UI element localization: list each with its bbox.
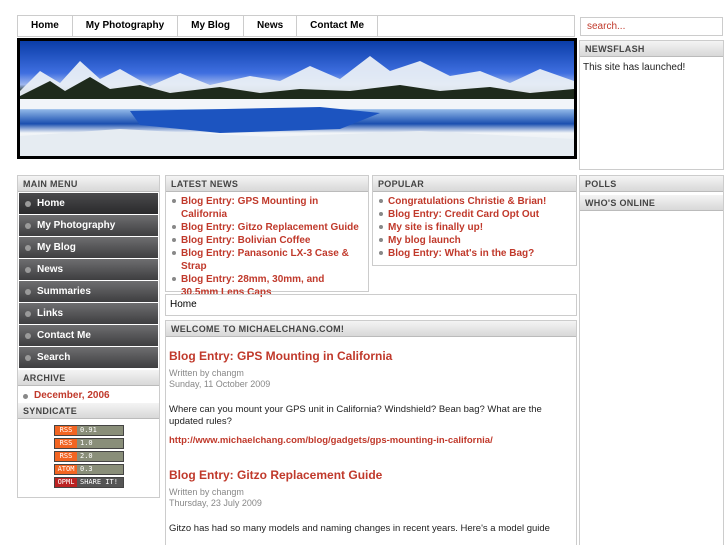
rss-20-badge[interactable]: RSS 2.0: [54, 451, 124, 462]
latest-news-list: Blog Entry: GPS Mounting in California B…: [166, 192, 368, 299]
latest-news-heading: LATEST NEWS: [166, 176, 368, 192]
latest-news-item[interactable]: Blog Entry: Panasonic LX-3 Case & Strap: [171, 247, 364, 273]
atom-03-badge[interactable]: ATOM 0.3: [54, 464, 124, 475]
left-sidebar: MAIN MENU Home My Photography My Blog Ne…: [17, 175, 160, 498]
bullet-icon: [25, 223, 31, 229]
bullet-icon: [25, 311, 31, 317]
main-menu: Home My Photography My Blog News Summari…: [18, 193, 159, 368]
badge-version: SHARE IT!: [77, 478, 123, 487]
popular-item[interactable]: Blog Entry: What's in the Bag?: [378, 247, 572, 260]
newsflash-text: This site has launched!: [583, 62, 686, 73]
badge-version: 0.3: [77, 465, 123, 474]
topnav-my-photography[interactable]: My Photography: [73, 16, 179, 36]
mountain-lake-photo: [20, 56, 574, 156]
welcome-heading: WELCOME TO MICHAELCHANG.COM!: [166, 321, 576, 337]
menu-item-label: My Blog: [37, 242, 76, 253]
article-body: Gitzo has had so many models and naming …: [169, 523, 550, 534]
newsflash-heading: NEWSFLASH: [580, 41, 723, 57]
popular-item[interactable]: My blog launch: [378, 234, 572, 247]
whos-online-heading: WHO'S ONLINE: [580, 195, 723, 211]
article-author: Written by changm: [169, 368, 244, 378]
bullet-icon: [25, 333, 31, 339]
latest-news-box: LATEST NEWS Blog Entry: GPS Mounting in …: [165, 175, 369, 298]
popular-item[interactable]: Blog Entry: Credit Card Opt Out: [378, 208, 572, 221]
badge-label: RSS: [55, 426, 77, 435]
menu-item-label: My Photography: [37, 220, 116, 231]
menu-item-home[interactable]: Home: [19, 193, 158, 214]
article-title[interactable]: Blog Entry: GPS Mounting in California: [169, 349, 573, 363]
breadcrumb: Home: [165, 294, 577, 316]
badge-version: 2.0: [77, 452, 123, 461]
top-navigation: Home My Photography My Blog News Contact…: [17, 15, 575, 37]
newsflash-box: NEWSFLASH This site has launched!: [579, 40, 724, 170]
search-input[interactable]: [580, 17, 723, 36]
article-date: Sunday, 11 October 2009: [169, 379, 271, 389]
menu-item-label: Search: [37, 352, 71, 363]
menu-item-label: News: [37, 264, 64, 275]
popular-heading: POPULAR: [373, 176, 576, 192]
menu-item-my-blog[interactable]: My Blog: [19, 237, 158, 258]
blog-article: Blog Entry: GPS Mounting in California W…: [166, 349, 576, 446]
popular-item[interactable]: Congratulations Christie & Brian!: [378, 195, 572, 208]
badge-label: ATOM: [55, 465, 77, 474]
article-date: Thursday, 23 July 2009: [169, 498, 262, 508]
menu-item-contact-me[interactable]: Contact Me: [19, 325, 158, 346]
bullet-icon: [25, 289, 31, 295]
topnav-contact-me[interactable]: Contact Me: [297, 16, 379, 36]
bullet-icon: [25, 267, 31, 273]
article-title[interactable]: Blog Entry: Gitzo Replacement Guide: [169, 468, 573, 482]
opml-share-badge[interactable]: OPML SHARE IT!: [54, 477, 124, 488]
popular-box: POPULAR Congratulations Christie & Brian…: [372, 175, 577, 266]
article-author: Written by changm: [169, 487, 244, 497]
menu-item-summaries[interactable]: Summaries: [19, 281, 158, 302]
latest-news-item[interactable]: Blog Entry: Gitzo Replacement Guide: [171, 221, 364, 234]
topnav-my-blog[interactable]: My Blog: [178, 16, 245, 36]
menu-item-label: Home: [37, 198, 65, 209]
menu-item-label: Contact Me: [37, 330, 91, 341]
badge-label: RSS: [55, 452, 77, 461]
popular-item[interactable]: My site is finally up!: [378, 221, 572, 234]
archive-item[interactable]: December, 2006: [18, 388, 159, 403]
right-sidebar: POLLS WHO'S ONLINE: [579, 175, 724, 545]
menu-item-label: Links: [37, 308, 64, 319]
article-meta: Written by changm Sunday, 11 October 200…: [169, 368, 573, 390]
menu-item-label: Summaries: [37, 286, 91, 297]
menu-item-links[interactable]: Links: [19, 303, 158, 324]
article-body: Where can you mount your GPS unit in Cal…: [169, 404, 542, 427]
syndicate-heading: SYNDICATE: [18, 403, 159, 419]
polls-heading: POLLS: [580, 176, 723, 192]
badge-label: RSS: [55, 439, 77, 448]
syndication-badges: RSS 0.91 RSS 1.0 RSS 2.0 ATOM 0.3 OPML SHARE …: [18, 419, 159, 488]
rss-10-badge[interactable]: RSS 1.0: [54, 438, 124, 449]
bullet-icon: [25, 355, 31, 361]
badge-label: OPML: [55, 478, 77, 487]
bullet-icon: [25, 245, 31, 251]
header-banner-image: [17, 38, 577, 159]
archive-list: December, 2006: [18, 388, 159, 403]
latest-news-item[interactable]: Blog Entry: GPS Mounting in California: [171, 195, 364, 221]
rss-091-badge[interactable]: RSS 0.91: [54, 425, 124, 436]
menu-item-search[interactable]: Search: [19, 347, 158, 368]
latest-news-item[interactable]: Blog Entry: Bolivian Coffee: [171, 234, 364, 247]
badge-version: 0.91: [77, 426, 123, 435]
article-link[interactable]: http://www.michaelchang.com/blog/gadgets…: [169, 435, 573, 446]
menu-item-news[interactable]: News: [19, 259, 158, 280]
popular-list: Congratulations Christie & Brian! Blog E…: [373, 192, 576, 260]
main-menu-heading: MAIN MENU: [18, 176, 159, 192]
article-meta: Written by changm Thursday, 23 July 2009: [169, 487, 573, 509]
menu-item-my-photography[interactable]: My Photography: [19, 215, 158, 236]
archive-heading: ARCHIVE: [18, 370, 159, 386]
topnav-home[interactable]: Home: [18, 16, 73, 36]
main-content: WELCOME TO MICHAELCHANG.COM! Blog Entry:…: [165, 320, 577, 545]
bullet-icon: [25, 201, 31, 207]
topnav-news[interactable]: News: [244, 16, 298, 36]
blog-article: Blog Entry: Gitzo Replacement Guide Writ…: [166, 468, 576, 535]
badge-version: 1.0: [77, 439, 123, 448]
